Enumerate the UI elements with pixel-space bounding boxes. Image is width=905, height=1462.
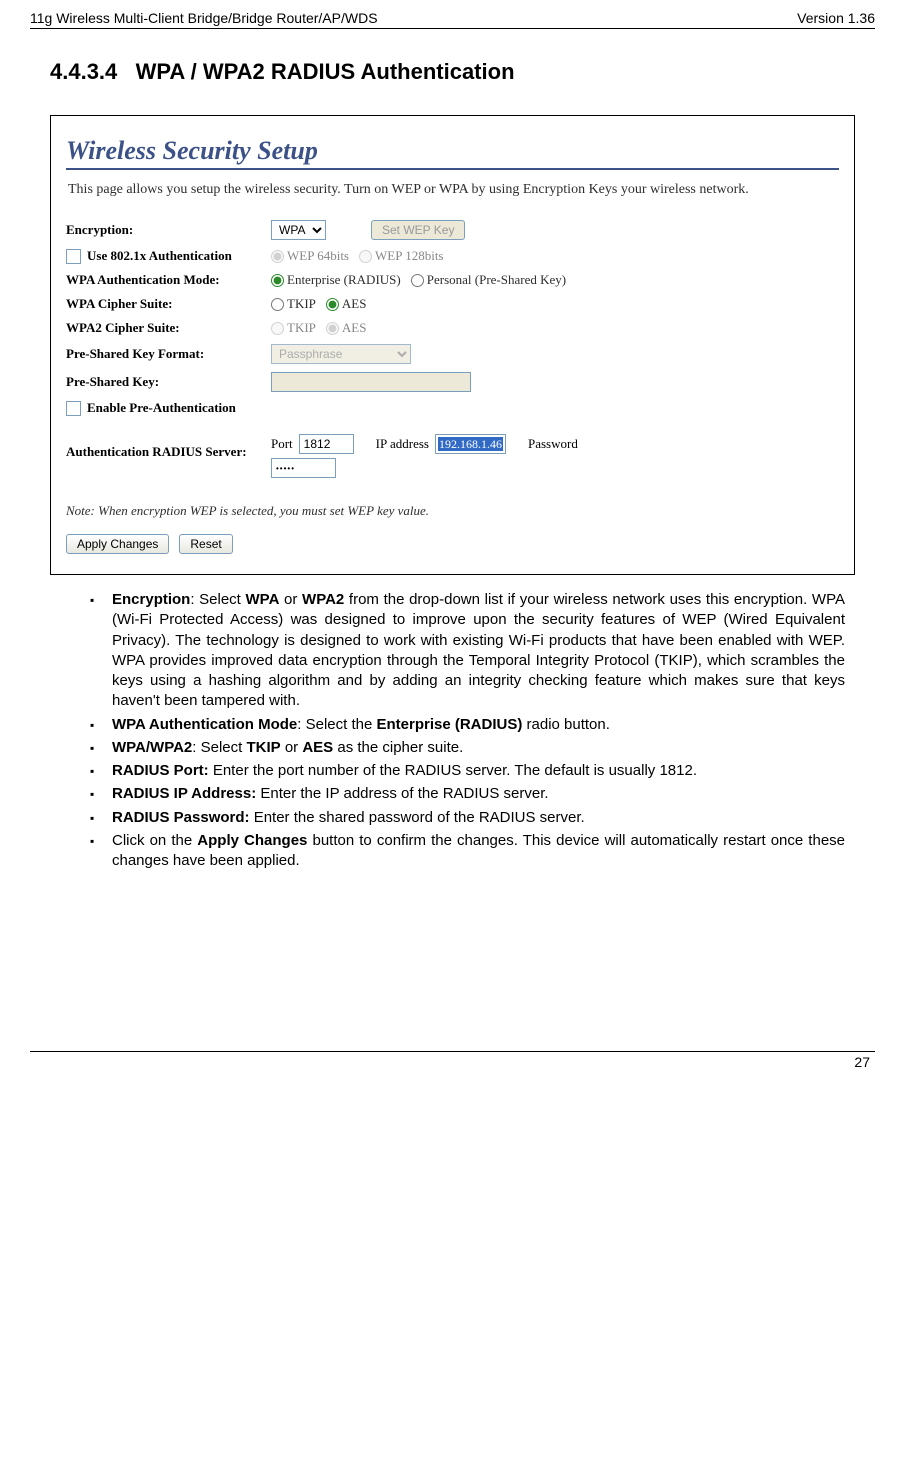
ip-input[interactable]: 192.168.1.46 <box>438 437 503 451</box>
wireless-security-setup-panel: Wireless Security Setup This page allows… <box>50 115 855 575</box>
use-8021x-checkbox[interactable] <box>66 249 81 264</box>
set-wep-key-button[interactable]: Set WEP Key <box>371 220 465 240</box>
radius-port-term: RADIUS Port: <box>112 762 209 779</box>
personal-label: Personal (Pre-Shared Key) <box>427 272 566 288</box>
wpa-wpa2-term: WPA/WPA2 <box>112 739 192 756</box>
list-item: Click on the Apply Changes button to con… <box>90 831 845 872</box>
list-item: RADIUS IP Address: Enter the IP address … <box>90 784 845 804</box>
wpa2-aes-label: AES <box>342 320 367 336</box>
radius-server-label: Authentication RADIUS Server: <box>66 434 271 460</box>
password-label: Password <box>528 436 578 452</box>
section-number: 4.4.3.4 <box>50 59 117 84</box>
psk-format-label: Pre-Shared Key Format: <box>66 346 271 362</box>
enable-preauth-label: Enable Pre-Authentication <box>87 400 236 416</box>
encryption-select[interactable]: WPA <box>271 220 326 240</box>
wpa2-cipher-label: WPA2 Cipher Suite: <box>66 320 271 336</box>
radius-ip-term: RADIUS IP Address: <box>112 785 256 802</box>
port-label: Port <box>271 436 293 452</box>
wep128-label: WEP 128bits <box>375 248 444 264</box>
list-item: RADIUS Password: Enter the shared passwo… <box>90 808 845 828</box>
wpa-tkip-label: TKIP <box>287 296 316 312</box>
psk-input[interactable] <box>271 372 471 392</box>
password-input[interactable] <box>271 458 336 478</box>
panel-intro: This page allows you setup the wireless … <box>66 182 839 198</box>
page-footer: 27 <box>30 1051 875 1070</box>
page-number: 27 <box>854 1054 870 1070</box>
wpa2-aes-radio[interactable] <box>326 322 339 335</box>
radius-password-term: RADIUS Password: <box>112 809 250 826</box>
wpa-aes-label: AES <box>342 296 367 312</box>
enterprise-radio[interactable] <box>271 274 284 287</box>
title-underline <box>66 168 839 170</box>
section-heading: 4.4.3.4 WPA / WPA2 RADIUS Authentication <box>50 59 875 85</box>
port-input[interactable] <box>299 434 354 454</box>
encryption-term: Encryption <box>112 591 190 608</box>
page-header: 11g Wireless Multi-Client Bridge/Bridge … <box>30 10 875 29</box>
list-item: WPA/WPA2: Select TKIP or AES as the ciph… <box>90 738 845 758</box>
list-item: RADIUS Port: Enter the port number of th… <box>90 761 845 781</box>
list-item: Encryption: Select WPA or WPA2 from the … <box>90 590 845 712</box>
section-title: WPA / WPA2 RADIUS Authentication <box>136 59 515 84</box>
enterprise-label: Enterprise (RADIUS) <box>287 272 401 288</box>
instruction-list: Encryption: Select WPA or WPA2 from the … <box>30 590 875 871</box>
wpa-tkip-radio[interactable] <box>271 298 284 311</box>
wpa-aes-radio[interactable] <box>326 298 339 311</box>
wpa-cipher-label: WPA Cipher Suite: <box>66 296 271 312</box>
wep64-label: WEP 64bits <box>287 248 349 264</box>
panel-title: Wireless Security Setup <box>66 136 839 166</box>
reset-button[interactable]: Reset <box>179 534 232 554</box>
enable-preauth-checkbox[interactable] <box>66 401 81 416</box>
wep-note: Note: When encryption WEP is selected, y… <box>66 503 839 519</box>
psk-format-select[interactable]: Passphrase <box>271 344 411 364</box>
header-right: Version 1.36 <box>797 10 875 26</box>
wep64-radio[interactable] <box>271 250 284 263</box>
wpa2-tkip-radio[interactable] <box>271 322 284 335</box>
encryption-label: Encryption: <box>66 222 271 238</box>
apply-changes-button[interactable]: Apply Changes <box>66 534 169 554</box>
wpa-auth-mode-label: WPA Authentication Mode: <box>66 272 271 288</box>
personal-radio[interactable] <box>411 274 424 287</box>
ip-label: IP address <box>376 436 429 452</box>
header-left: 11g Wireless Multi-Client Bridge/Bridge … <box>30 10 378 26</box>
wpa-auth-term: WPA Authentication Mode <box>112 716 297 733</box>
wpa2-tkip-label: TKIP <box>287 320 316 336</box>
use-8021x-label: Use 802.1x Authentication <box>87 248 232 264</box>
psk-label: Pre-Shared Key: <box>66 374 271 390</box>
wep128-radio[interactable] <box>359 250 372 263</box>
list-item: WPA Authentication Mode: Select the Ente… <box>90 715 845 735</box>
